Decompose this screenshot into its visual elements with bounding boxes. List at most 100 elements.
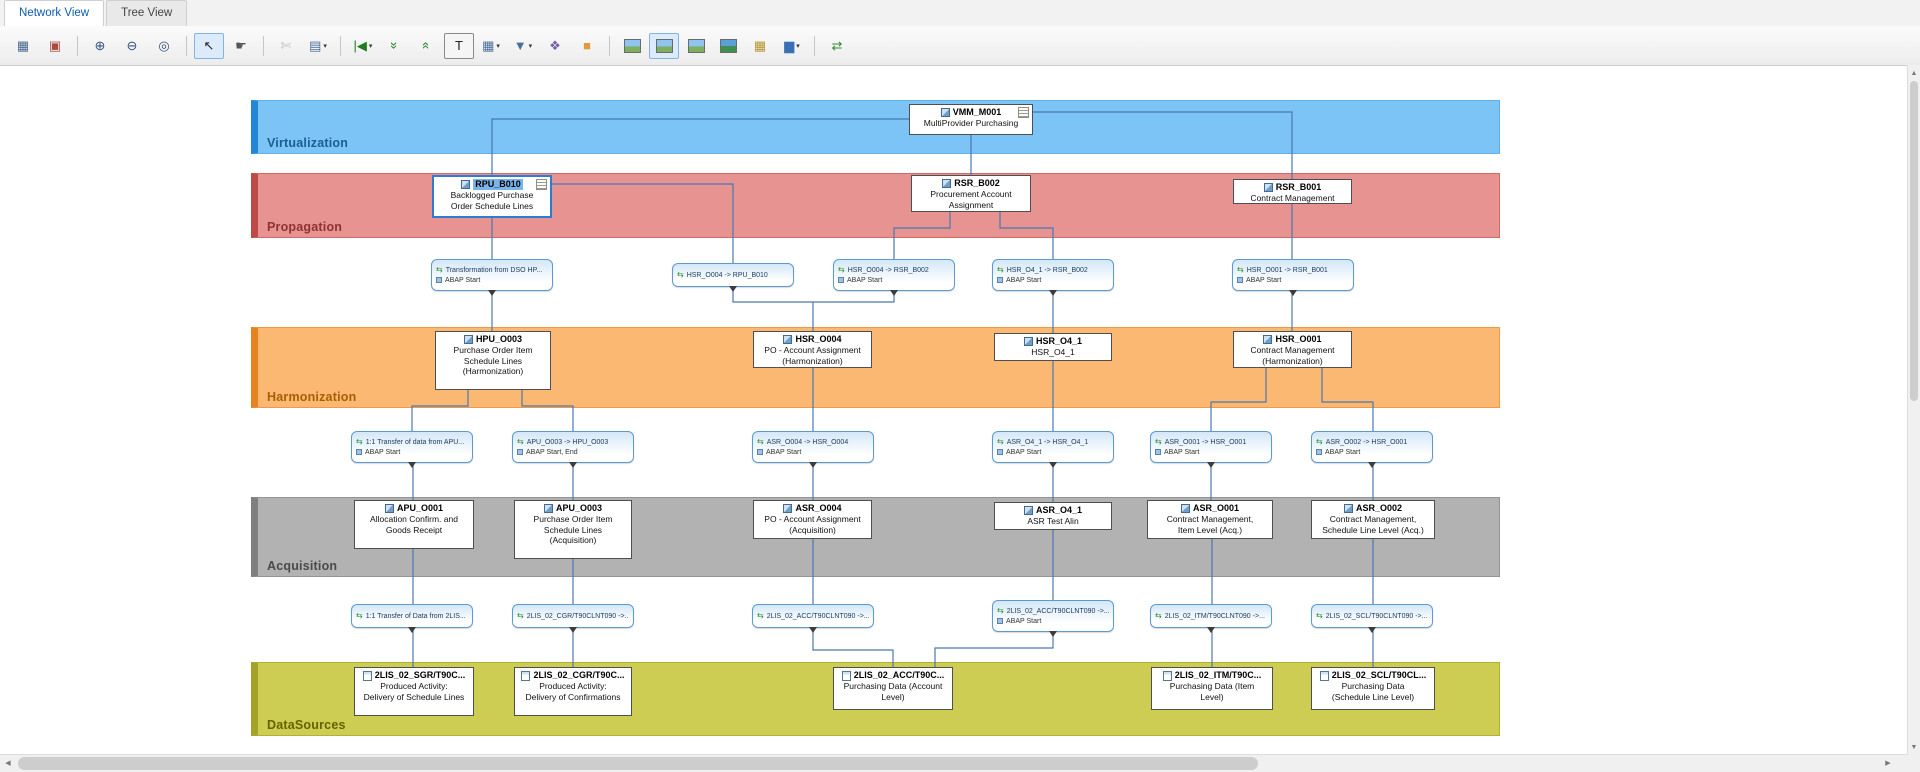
transformation-subtitle: ABAP Start — [1246, 276, 1281, 285]
zoom-100-icon[interactable]: ◎ — [149, 33, 179, 59]
node-description-line: Item Level (Acq.) — [1178, 525, 1242, 536]
node-ds-2lis-02-sgr[interactable]: 2LIS_02_SGR/T90C...Produced Activity:Del… — [354, 667, 474, 716]
package-icon-glyph: ❖ — [549, 39, 561, 52]
transformation-title: 1:1 Transfer of Data from 2LIS... — [366, 612, 466, 621]
table-view-icon[interactable]: ▦▾ — [476, 33, 506, 59]
image-landscape-icon[interactable] — [617, 33, 647, 59]
node-title-row: 2LIS_02_ITM/T90C... — [1163, 670, 1262, 681]
transformation-tr-asr-o002-hsr-o001[interactable]: ⇆ASR_O002 -> HSR_O001ABAP Start — [1311, 431, 1433, 463]
node-description-line: Purchasing Data (Item — [1170, 681, 1255, 692]
node-rpu-b010[interactable]: RPU_B010Backlogged PurchaseOrder Schedul… — [432, 175, 552, 218]
node-description-line: Procurement Account — [930, 189, 1011, 200]
horizontal-scrollbar-thumb[interactable] — [18, 757, 1258, 770]
node-ds-2lis-02-scl[interactable]: 2LIS_02_SCL/T90CL...Purchasing Data(Sche… — [1311, 667, 1435, 710]
node-asr-o004[interactable]: ASR_O004PO - Account Assignment(Acquisit… — [753, 500, 872, 539]
pan-hand-icon[interactable]: ☛ — [226, 33, 256, 59]
node-description-line: (Schedule Line Level) — [1332, 692, 1414, 703]
node-apu-o003[interactable]: APU_O003Purchase Order ItemSchedule Line… — [514, 500, 632, 559]
text-tool-icon[interactable]: T — [444, 33, 474, 59]
infoprovider-icon — [461, 180, 470, 189]
scroll-left-icon[interactable]: ◀ — [0, 755, 16, 771]
diagram-stage: VirtualizationPropagationHarmonizationAc… — [0, 0, 1920, 772]
node-hsr-o4-1[interactable]: HSR_O4_1HSR_O4_1 — [994, 333, 1112, 361]
node-asr-o4-1[interactable]: ASR_O4_1ASR Test Alin — [994, 502, 1112, 530]
transformation-tr-2lis-transfer[interactable]: ⇆1:1 Transfer of Data from 2LIS... — [351, 604, 473, 628]
collapse-all-icon[interactable]: « — [412, 33, 442, 59]
cut-icon-glyph: ✄ — [281, 39, 292, 52]
image-landscape-2-icon[interactable] — [649, 33, 679, 59]
grid-yellow-icon[interactable]: ▦ — [745, 33, 775, 59]
transformation-title: ASR_O4_1 -> HSR_O4_1 — [1007, 438, 1089, 447]
scroll-down-icon[interactable]: ▼ — [1906, 739, 1920, 755]
node-rsr-b002[interactable]: RSR_B002Procurement AccountAssignment — [911, 175, 1031, 212]
transformation-tr-dso-hp[interactable]: ⇆Transformation from DSO HP...ABAP Start — [431, 259, 553, 291]
image-landscape-3-icon[interactable] — [681, 33, 711, 59]
node-hpu-o003[interactable]: HPU_O003Purchase Order ItemSchedule Line… — [435, 331, 551, 390]
select-pointer-icon[interactable]: ↖ — [194, 33, 224, 59]
vertical-scrollbar[interactable]: ▲ ▼ — [1907, 65, 1920, 755]
tab-tree-view[interactable]: Tree View — [106, 0, 187, 26]
pin-icon[interactable]: ▣ — [40, 33, 70, 59]
transformation-icon: ⇆ — [1316, 438, 1323, 446]
transformation-tr-hsr-o4-1-rsr-b002[interactable]: ⇆HSR_O4_1 -> RSR_B002ABAP Start — [992, 259, 1114, 291]
transformation-tr-apu-o003-hpu-o003[interactable]: ⇆APU_O003 -> HPU_O003ABAP Start, End — [512, 431, 634, 463]
node-ds-2lis-02-itm[interactable]: 2LIS_02_ITM/T90C...Purchasing Data (Item… — [1151, 667, 1273, 710]
scroll-up-icon[interactable]: ▲ — [1906, 65, 1920, 81]
node-ds-2lis-02-cgr[interactable]: 2LIS_02_CGR/T90C...Produced Activity:Del… — [514, 667, 632, 716]
transformation-tr-asr-o4-1-hsr-o4-1[interactable]: ⇆ASR_O4_1 -> HSR_O4_1ABAP Start — [992, 431, 1114, 463]
transformation-subtitle: ABAP Start — [766, 448, 801, 457]
node-description-line: Level) — [1200, 692, 1223, 703]
image-globe-icon[interactable] — [713, 33, 743, 59]
transformation-title-row: ⇆APU_O003 -> HPU_O003 — [517, 438, 629, 447]
transformation-tr-hsr-o001-rsr-b001[interactable]: ⇆HSR_O001 -> RSR_B001ABAP Start — [1232, 259, 1354, 291]
node-apu-o001[interactable]: APU_O001Allocation Confirm. andGoods Rec… — [354, 500, 474, 549]
node-description-line: Schedule Line Level (Acq.) — [1322, 525, 1424, 536]
node-ds-2lis-02-acc[interactable]: 2LIS_02_ACC/T90C...Purchasing Data (Acco… — [833, 667, 953, 710]
transformation-tr-hsr-o004-rpu-b010[interactable]: ⇆HSR_O004 -> RPU_B010 — [672, 263, 794, 287]
transformation-tr-2lis-acc-1[interactable]: ⇆2LIS_02_ACC/T90CLNT090 ->... — [752, 604, 874, 628]
transformation-tr-hsr-o004-rsr-b002[interactable]: ⇆HSR_O004 -> RSR_B002ABAP Start — [833, 259, 955, 291]
transformation-icon: ⇆ — [838, 266, 845, 274]
datasource-icon — [842, 671, 851, 681]
transformation-tr-asr-o001-hsr-o001[interactable]: ⇆ASR_O001 -> HSR_O001ABAP Start — [1150, 431, 1272, 463]
transformation-tr-2lis-acc-2[interactable]: ⇆2LIS_02_ACC/T90CLNT090 ->...ABAP Start — [992, 600, 1114, 632]
zoom-out-icon-glyph: ⊖ — [127, 39, 138, 52]
node-rsr-b001[interactable]: RSR_B001Contract Management — [1233, 179, 1352, 204]
abap-routine-icon — [838, 277, 844, 283]
overview-grid-icon[interactable]: ▦ — [8, 33, 38, 59]
transformation-tr-2lis-scl[interactable]: ⇆2LIS_02_SCL/T90CLNT090 ->... — [1311, 604, 1433, 628]
node-title-text: RSR_B002 — [954, 178, 1000, 189]
insert-node-icon[interactable]: ▤▾ — [303, 33, 333, 59]
vertical-scrollbar-thumb[interactable] — [1910, 81, 1918, 401]
node-asr-o001[interactable]: ASR_O001Contract Management,Item Level (… — [1147, 500, 1273, 539]
transformation-tr-apu-transfer[interactable]: ⇆1:1 Transfer of data from APU...ABAP St… — [351, 431, 473, 463]
transformation-title: Transformation from DSO HP... — [446, 266, 542, 275]
chart-icon[interactable]: ▆▾ — [777, 33, 807, 59]
horizontal-scrollbar[interactable]: ◀ ▶ — [0, 754, 1908, 772]
filter-icon[interactable]: ▼▾ — [508, 33, 538, 59]
node-hsr-o001[interactable]: HSR_O001Contract Management(Harmonizatio… — [1233, 331, 1352, 368]
transformation-tr-2lis-cgr[interactable]: ⇆2LIS_02_CGR/T90CLNT090 ->... — [512, 604, 634, 628]
zoom-out-icon[interactable]: ⊖ — [117, 33, 147, 59]
dropdown-caret-icon: ▾ — [369, 42, 373, 50]
go-to-start-icon[interactable]: |◀▾ — [348, 33, 378, 59]
transformation-tr-asr-o004-hsr-o004[interactable]: ⇆ASR_O004 -> HSR_O004ABAP Start — [752, 431, 874, 463]
legend-icon[interactable]: ■ — [572, 33, 602, 59]
abap-routine-icon — [1237, 277, 1243, 283]
tab-network-view[interactable]: Network View — [4, 0, 104, 26]
node-vmm-m001[interactable]: VMM_M001MultiProvider Purchasing — [909, 104, 1033, 135]
node-hsr-o004[interactable]: HSR_O004PO - Account Assignment(Harmoniz… — [753, 331, 872, 368]
cut-icon[interactable]: ✄ — [271, 33, 301, 59]
dropdown-caret-icon: ▾ — [529, 42, 533, 50]
scroll-right-icon[interactable]: ▶ — [1880, 755, 1896, 771]
refresh-icon[interactable]: ⇄ — [822, 33, 852, 59]
zoom-in-icon[interactable]: ⊕ — [85, 33, 115, 59]
expand-all-icon[interactable]: » — [380, 33, 410, 59]
package-icon[interactable]: ❖ — [540, 33, 570, 59]
node-asr-o002[interactable]: ASR_O002Contract Management,Schedule Lin… — [1311, 500, 1435, 539]
transformation-tr-2lis-itm[interactable]: ⇆2LIS_02_ITM/T90CLNT090 ->... — [1150, 604, 1272, 628]
node-title-text: RPU_B010 — [473, 179, 523, 190]
dropdown-caret-icon: ▾ — [323, 42, 327, 50]
datasource-icon — [521, 671, 530, 681]
data-flow-line — [1322, 368, 1373, 431]
